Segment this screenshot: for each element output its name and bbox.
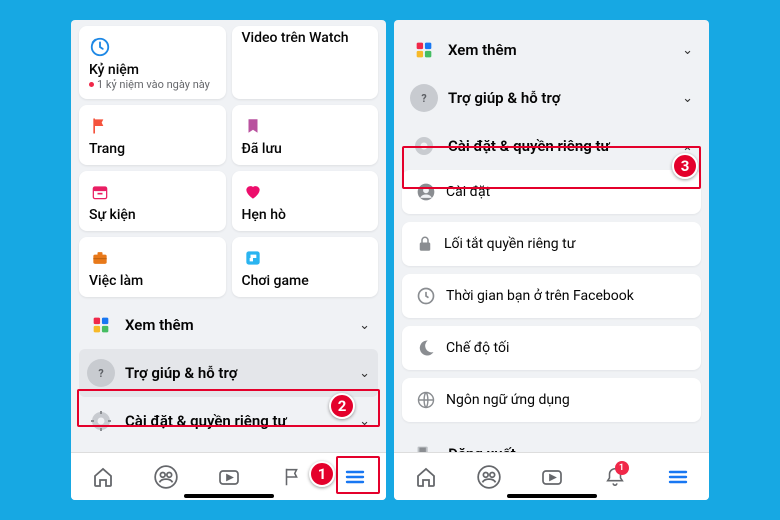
grid-icon [410,36,438,64]
item-time-on-fb[interactable]: Thời gian bạn ở trên Facebook [402,274,701,318]
settings-privacy-row[interactable]: Cài đặt & quyền riêng tư ⌄ [402,122,701,170]
heart-icon [242,181,264,203]
chevron-down-icon: ⌄ [682,43,693,58]
label: Cài đặt [446,184,687,200]
tab-pages-flag[interactable] [270,457,314,497]
flag-icon [89,115,111,137]
tab-menu[interactable] [656,457,700,497]
label: Đăng xuất [448,445,693,452]
gear-icon [410,132,438,160]
chevron-down-icon: ⌄ [359,318,370,333]
label: Ngôn ngữ ứng dụng [446,392,687,408]
tab-home[interactable] [404,457,448,497]
globe-icon [416,390,436,410]
phone-right: Xem thêm ⌄ ? Trợ giúp & hỗ trợ ⌄ Cài đặt… [394,20,709,500]
help-row[interactable]: ? Trợ giúp & hỗ trợ ⌄ [402,74,701,122]
item-app-language[interactable]: Ngôn ngữ ứng dụng [402,378,701,422]
tab-notifications[interactable]: 1 [593,457,637,497]
label: Trợ giúp & hỗ trợ [448,89,672,107]
moon-icon [416,338,436,358]
chevron-down-icon: ⌄ [359,414,370,429]
grid-icon [87,311,115,339]
tab-menu[interactable] [333,457,377,497]
label: Cài đặt & quyền riêng tư [448,137,672,155]
label: Chế độ tối [446,340,687,356]
card-pages[interactable]: Trang [79,105,226,165]
label: Hẹn hò [242,207,369,223]
label: Xem thêm [125,316,349,334]
label: Thời gian bạn ở trên Facebook [446,288,687,304]
help-row[interactable]: ? Trợ giúp & hỗ trợ ⌄ [79,349,378,397]
card-events[interactable]: Sự kiện [79,171,226,231]
label: Đã lưu [242,141,369,157]
notification-badge: 1 [615,461,629,475]
phone-left: Kỷ niệm 1 kỷ niệm vào ngày này Video trê… [71,20,386,500]
svg-text:?: ? [98,367,103,380]
clock-icon [89,36,111,58]
item-dark-mode[interactable]: Chế độ tối [402,326,701,370]
door-icon [410,440,438,452]
annotation-number-3: 3 [672,153,698,179]
label: Cài đặt & quyền riêng tư [125,412,349,430]
logout-row[interactable]: Đăng xuất [402,430,701,452]
tab-groups[interactable] [144,457,188,497]
label: Lối tắt quyền riêng tư [444,236,687,252]
label: Trang [89,141,216,157]
clock-icon [416,286,436,306]
annotation-number-1: 1 [309,461,335,487]
home-indicator [507,494,597,498]
item-settings[interactable]: Cài đặt [402,170,701,214]
tab-groups[interactable] [467,457,511,497]
lock-icon [416,234,434,254]
question-icon: ? [87,359,115,387]
tab-bar [71,452,386,500]
card-memories[interactable]: Kỷ niệm 1 kỷ niệm vào ngày này [79,26,226,99]
question-icon: ? [410,84,438,112]
see-more-row[interactable]: Xem thêm ⌄ [402,26,701,74]
tab-home[interactable] [81,457,125,497]
chevron-down-icon: ⌄ [359,366,370,381]
label: Kỷ niệm [89,62,216,78]
logout-row[interactable]: Đăng xuất [79,445,378,452]
label: Xem thêm [448,41,672,59]
see-more-row[interactable]: Xem thêm ⌄ [79,301,378,349]
item-privacy-shortcuts[interactable]: Lối tắt quyền riêng tư [402,222,701,266]
annotation-number-2: 2 [329,393,355,419]
person-gear-icon [416,182,436,202]
briefcase-icon [89,247,111,269]
card-gaming[interactable]: Chơi game [232,237,379,297]
label: Trợ giúp & hỗ trợ [125,364,349,382]
label: Video trên Watch [242,30,369,46]
subtext: 1 kỷ niệm vào ngày này [89,78,216,91]
red-dot-icon [89,82,94,87]
label: Chơi game [242,273,369,289]
card-jobs[interactable]: Việc làm [79,237,226,297]
chevron-down-icon: ⌄ [682,91,693,106]
label: Việc làm [89,273,216,289]
tab-bar: 1 [394,452,709,500]
label: Sự kiện [89,207,216,223]
bookmark-icon [242,115,264,137]
calendar-icon [89,181,111,203]
svg-text:?: ? [421,92,426,105]
card-dating[interactable]: Hẹn hò [232,171,379,231]
tab-watch[interactable] [207,457,251,497]
card-watch[interactable]: Video trên Watch [232,26,379,99]
gear-icon [87,407,115,435]
tab-watch[interactable] [530,457,574,497]
gaming-icon [242,247,264,269]
card-saved[interactable]: Đã lưu [232,105,379,165]
home-indicator [184,494,274,498]
